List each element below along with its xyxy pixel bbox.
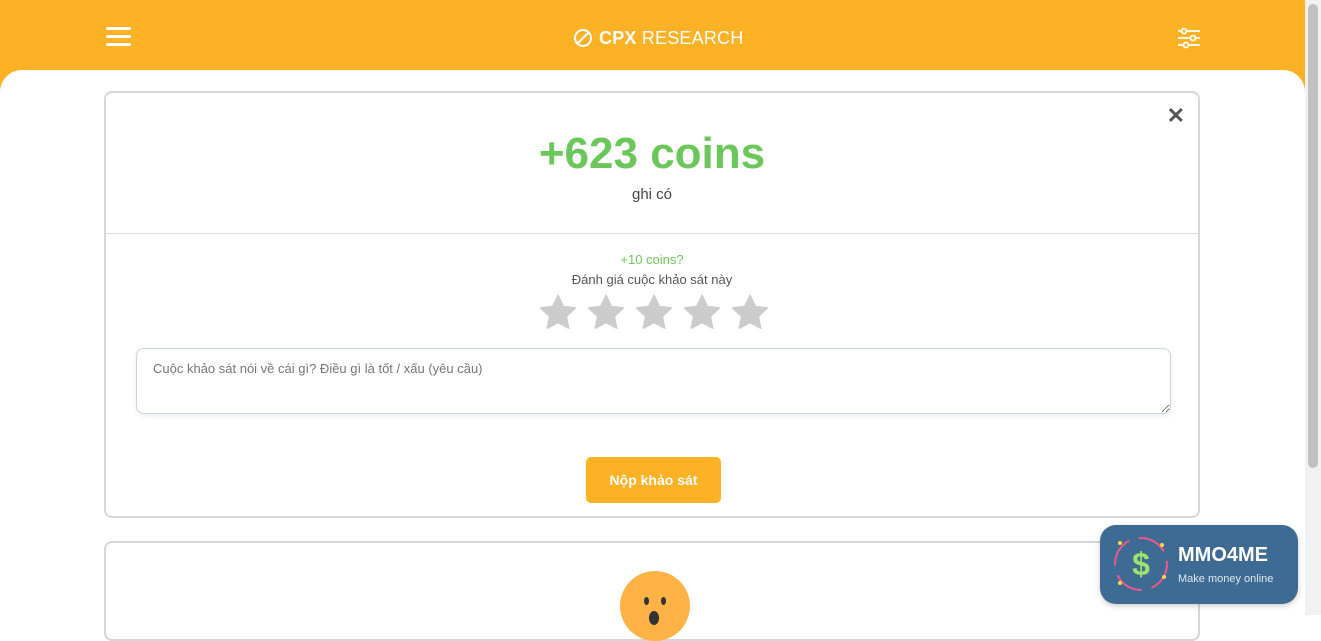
next-survey-card — [104, 541, 1200, 641]
divider — [106, 233, 1198, 234]
star-icon-2[interactable] — [586, 293, 626, 333]
feedback-textarea[interactable] — [136, 348, 1171, 414]
watermark-title: MMO4ME — [1178, 544, 1268, 566]
rate-survey-label: Đánh giá cuộc khảo sát này — [571, 272, 733, 287]
star-icon-4[interactable] — [682, 293, 722, 333]
scrollbar[interactable] — [1305, 0, 1321, 615]
close-icon[interactable]: ✕ — [1167, 105, 1185, 127]
logo-icon — [574, 29, 592, 47]
star-icon-5[interactable] — [730, 293, 770, 333]
submit-survey-button[interactable]: Nộp khảo sát — [586, 457, 721, 503]
dollar-coin-icon: $ — [1114, 537, 1168, 591]
watermark-subtitle: Make money online — [1178, 573, 1274, 585]
survey-complete-card: ✕ +623 coins ghi có +10 coins? Đánh giá … — [104, 91, 1200, 518]
logo-text: CPX RESEARCH — [599, 27, 744, 48]
svg-text:$: $ — [1132, 546, 1150, 582]
cpx-research-logo[interactable]: CPX RESEARCH — [573, 27, 743, 49]
star-icon-3[interactable] — [634, 293, 674, 333]
coins-earned: +623 coins — [538, 129, 766, 178]
star-rating — [538, 293, 770, 333]
scrollbar-thumb[interactable] — [1308, 4, 1318, 468]
hamburger-menu-icon[interactable] — [106, 27, 131, 47]
star-icon-1[interactable] — [538, 293, 578, 333]
surprised-face-icon — [620, 571, 690, 641]
credited-label: ghi có — [631, 186, 673, 203]
sliders-icon[interactable] — [1176, 26, 1202, 50]
bonus-coins-label: +10 coins? — [620, 252, 684, 267]
mmo4me-watermark: $ MMO4ME Make money online — [1100, 525, 1298, 604]
